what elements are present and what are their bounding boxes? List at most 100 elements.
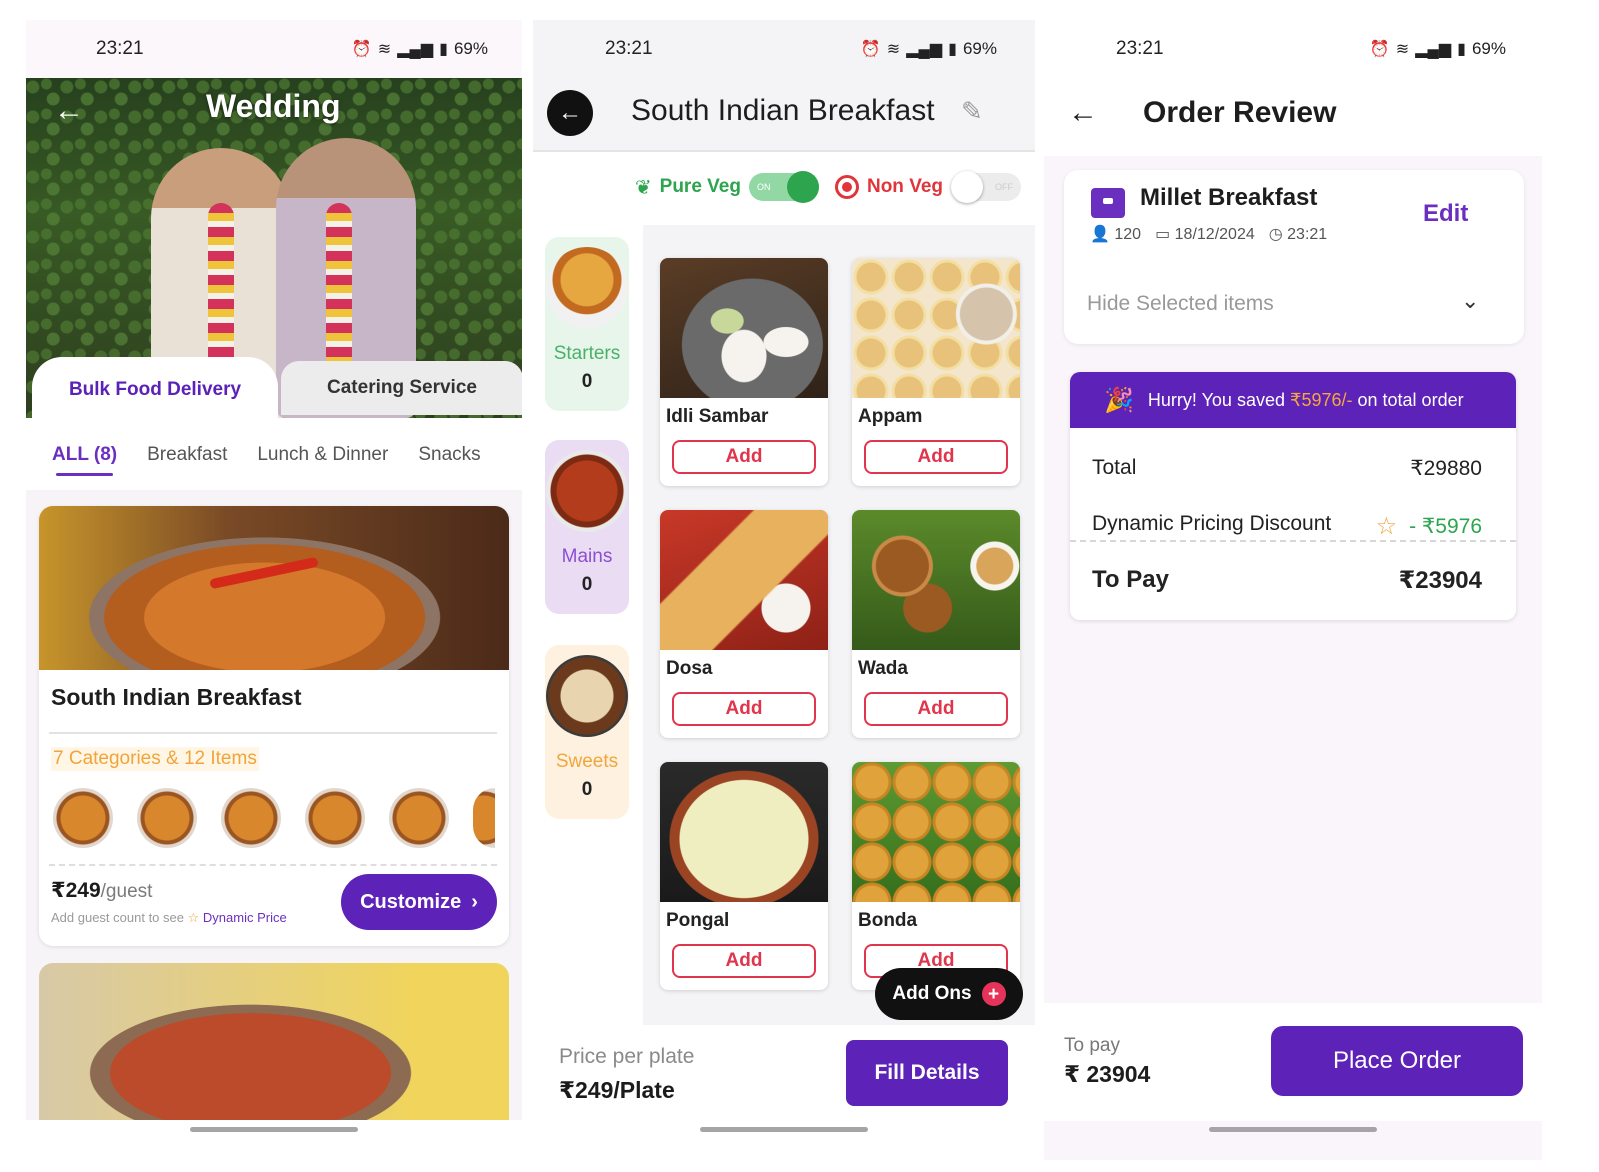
switch-knob	[951, 171, 983, 203]
back-arrow-icon: ←	[558, 99, 582, 126]
filter-lunch-dinner[interactable]: Lunch & Dinner	[257, 444, 388, 466]
menu-item-appam[interactable]: Appam Add	[852, 258, 1020, 486]
battery-level: 69%	[962, 39, 997, 58]
person-icon: 👤	[1090, 226, 1110, 243]
diet-toggles: ❦ Pure Veg ON Non Veg OFF	[533, 154, 1035, 220]
tab-bulk-food-delivery[interactable]: Bulk Food Delivery	[32, 357, 278, 423]
chevron-down-icon[interactable]: ⌄	[1461, 288, 1479, 314]
non-veg-toggle[interactable]: Non Veg OFF	[834, 171, 1021, 203]
dashed-divider	[49, 864, 497, 866]
menu-item-grid: Idli Sambar Add Appam Add Dosa Add Wada …	[643, 225, 1035, 1025]
total-value: ₹29880	[1410, 457, 1482, 480]
package-name: South Indian Breakfast	[51, 684, 302, 710]
gesture-bar	[1209, 1127, 1377, 1132]
pure-veg-switch[interactable]: ON	[748, 171, 819, 203]
menu-screen: 23:21 ⏰ ≋ ▂▄▆ ▮ 69% ← South Indian Break…	[533, 20, 1035, 1160]
next-package-image[interactable]	[39, 963, 509, 1120]
hint-text: Add guest count to see	[51, 910, 184, 925]
price-per-plate-label: Price per plate	[559, 1045, 695, 1068]
item-thumbnail	[137, 788, 197, 848]
menu-item-idli-sambar[interactable]: Idli Sambar Add	[660, 258, 828, 486]
savings-suffix: on total order	[1357, 389, 1464, 410]
menu-item-dosa[interactable]: Dosa Add	[660, 510, 828, 738]
order-review-screen: 23:21 ⏰ ≋ ▂▄▆ ▮ 69% ← Order Review Mille…	[1044, 20, 1542, 1160]
package-list: South Indian Breakfast 7 Categories & 12…	[26, 490, 522, 1120]
menu-item-bonda[interactable]: Bonda Add	[852, 762, 1020, 990]
battery-icon: ▮	[948, 41, 957, 58]
package-card[interactable]: South Indian Breakfast 7 Categories & 12…	[39, 506, 509, 946]
item-name: Appam	[858, 406, 923, 427]
item-name: Wada	[858, 658, 908, 679]
leaf-icon: ❦	[634, 176, 652, 199]
item-name: Bonda	[858, 910, 918, 931]
sidebar-item-mains[interactable]: Mains 0	[545, 440, 629, 614]
item-name: Pongal	[666, 910, 730, 931]
filter-snacks[interactable]: Snacks	[418, 444, 480, 466]
order-summary-card: Millet Breakfast 👤 120 ▭ 18/12/2024 ◷ 23…	[1064, 170, 1524, 344]
back-arrow-icon[interactable]: ←	[54, 94, 84, 128]
discount-label: Dynamic Pricing Discount	[1092, 512, 1332, 535]
page-title: Order Review	[1143, 96, 1337, 129]
date: ▭ 18/12/2024	[1155, 224, 1255, 244]
order-time: 23:21	[1287, 226, 1328, 243]
filter-breakfast[interactable]: Breakfast	[147, 444, 227, 466]
hide-selected-items-toggle[interactable]: Hide Selected items	[1087, 292, 1274, 316]
alarm-icon: ⏰	[351, 41, 372, 58]
add-ons-button[interactable]: Add Ons +	[875, 968, 1023, 1020]
pure-veg-toggle[interactable]: ❦ Pure Veg ON	[634, 171, 819, 203]
pencil-edit-icon[interactable]: ✎	[961, 96, 983, 127]
status-bar: 23:21 ⏰ ≋ ▂▄▆ ▮ 69%	[533, 20, 1035, 78]
divider	[49, 732, 497, 734]
wifi-icon: ≋	[377, 41, 392, 58]
customize-button[interactable]: Customize ›	[341, 874, 497, 930]
plus-icon: +	[981, 982, 1006, 1006]
add-button[interactable]: Add	[864, 692, 1008, 726]
wifi-icon: ≋	[1395, 41, 1410, 58]
starters-image	[546, 247, 628, 329]
menu-item-wada[interactable]: Wada Add	[852, 510, 1020, 738]
category-label: Sweets	[555, 751, 619, 772]
party-popper-icon: 🎉	[1104, 386, 1134, 414]
to-pay-label: To Pay	[1092, 566, 1169, 593]
switch-knob	[786, 171, 819, 203]
filter-all[interactable]: ALL (8)	[52, 444, 117, 476]
category-sidebar: Starters 0 Mains 0 Sweets 0	[533, 225, 641, 1025]
item-image	[852, 762, 1020, 902]
tab-catering-service[interactable]: Catering Service	[281, 361, 522, 415]
add-button[interactable]: Add	[672, 692, 816, 726]
signal-icon: ▂▄▆	[1415, 41, 1452, 58]
order-meta: 👤 120 ▭ 18/12/2024 ◷ 23:21	[1090, 224, 1327, 244]
status-icons: ⏰ ≋ ▂▄▆ ▮ 69%	[1370, 39, 1506, 59]
item-thumbnail	[221, 788, 281, 848]
item-thumbnail	[473, 788, 495, 848]
package-categories: 7 Categories & 12 Items	[51, 747, 259, 771]
add-button[interactable]: Add	[864, 440, 1008, 474]
add-button[interactable]: Add	[672, 440, 816, 474]
savings-text: Hurry! You saved ₹5976/- on total order	[1148, 390, 1464, 411]
discount-row: Dynamic Pricing Discount ☆ - ₹5976	[1092, 512, 1482, 541]
savings-prefix: Hurry! You saved	[1147, 389, 1285, 410]
place-order-button[interactable]: Place Order	[1271, 1026, 1523, 1096]
non-veg-switch[interactable]: OFF	[951, 171, 1021, 203]
menu-title: South Indian Breakfast	[631, 94, 935, 127]
sidebar-item-sweets[interactable]: Sweets 0	[545, 645, 629, 819]
category-label: Mains	[561, 546, 613, 567]
wifi-icon: ≋	[886, 41, 901, 58]
status-icons: ⏰ ≋ ▂▄▆ ▮ 69%	[352, 39, 488, 59]
sweets-image	[546, 655, 628, 737]
menu-item-pongal[interactable]: Pongal Add	[660, 762, 828, 990]
order-footer: To pay ₹ 23904 Place Order	[1044, 1003, 1542, 1121]
sidebar-item-starters[interactable]: Starters 0	[545, 237, 629, 411]
clock-icon: ◷	[1268, 226, 1283, 243]
back-button[interactable]: ←	[547, 90, 593, 136]
edit-order-link[interactable]: Edit	[1423, 200, 1468, 228]
battery-level: 69%	[1471, 39, 1506, 58]
add-ons-label: Add Ons	[892, 983, 972, 1004]
star-icon: ☆	[187, 910, 200, 925]
signal-icon: ▂▄▆	[906, 41, 943, 58]
back-arrow-icon[interactable]: ←	[1068, 96, 1098, 130]
service-tabs: Bulk Food Delivery Catering Service	[26, 357, 522, 423]
add-button[interactable]: Add	[672, 944, 816, 978]
fill-details-button[interactable]: Fill Details	[846, 1040, 1008, 1106]
status-time: 23:21	[96, 38, 144, 59]
